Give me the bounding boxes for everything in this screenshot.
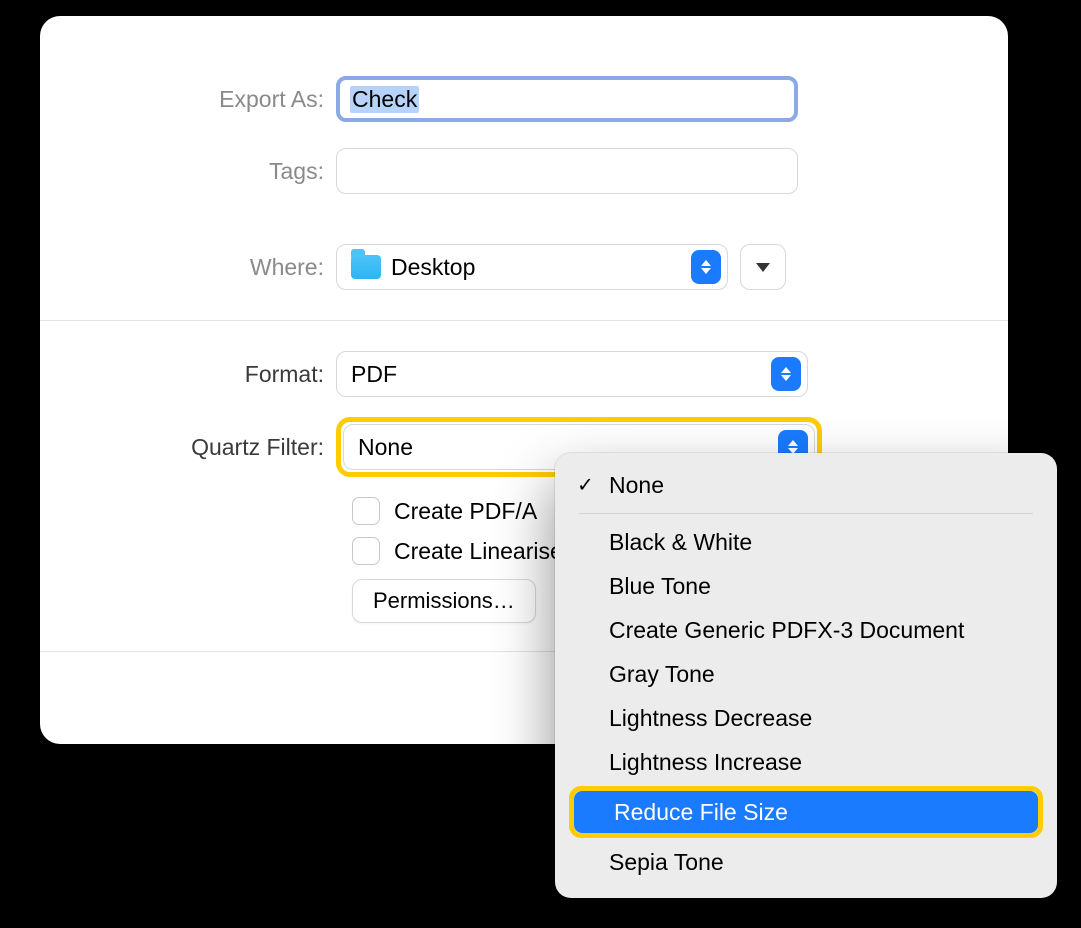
export-as-label: Export As: [40, 86, 336, 113]
menu-item-label: Reduce File Size [614, 799, 788, 826]
menu-item-highlight: Reduce File Size [569, 786, 1043, 838]
menu-item-label: None [609, 472, 664, 499]
menu-item-label: Lightness Decrease [609, 705, 812, 732]
menu-item-label: Black & White [609, 529, 752, 556]
menu-item-reduce-file-size[interactable]: Reduce File Size [574, 791, 1038, 833]
menu-item-none[interactable]: ✓ None [565, 463, 1047, 507]
export-as-value: Check [350, 86, 419, 113]
permissions-button[interactable]: Permissions… [352, 579, 536, 623]
export-as-input[interactable]: Check [336, 76, 798, 122]
menu-item-label: Gray Tone [609, 661, 715, 688]
menu-item-label: Lightness Increase [609, 749, 802, 776]
where-value: Desktop [391, 254, 475, 281]
where-label: Where: [40, 254, 336, 281]
format-select[interactable]: PDF [336, 351, 808, 397]
menu-item[interactable]: Create Generic PDFX-3 Document [565, 608, 1047, 652]
menu-item[interactable]: Blue Tone [565, 564, 1047, 608]
menu-item[interactable]: Black & White [565, 520, 1047, 564]
quartz-filter-menu: ✓ None Black & White Blue Tone Create Ge… [555, 453, 1057, 898]
menu-item[interactable]: Lightness Increase [565, 740, 1047, 784]
format-label: Format: [40, 361, 336, 388]
updown-icon [771, 357, 801, 391]
quartz-filter-label: Quartz Filter: [40, 434, 336, 461]
where-select[interactable]: Desktop [336, 244, 728, 290]
create-linearised-checkbox[interactable] [352, 537, 380, 565]
chevron-down-icon [756, 263, 770, 272]
menu-separator [579, 513, 1033, 514]
check-icon: ✓ [577, 473, 594, 498]
menu-item[interactable]: Gray Tone [565, 652, 1047, 696]
folder-icon [351, 255, 381, 279]
quartz-filter-value: None [358, 434, 413, 461]
create-pdfa-checkbox[interactable] [352, 497, 380, 525]
updown-icon [691, 250, 721, 284]
create-linearised-label: Create Linearise [394, 538, 563, 565]
menu-item-label: Blue Tone [609, 573, 711, 600]
tags-input[interactable] [336, 148, 798, 194]
menu-item[interactable]: Sepia Tone [565, 840, 1047, 884]
expand-location-button[interactable] [740, 244, 786, 290]
create-pdfa-label: Create PDF/A [394, 498, 537, 525]
format-value: PDF [351, 361, 397, 388]
permissions-label: Permissions… [373, 588, 515, 614]
menu-item-label: Create Generic PDFX-3 Document [609, 617, 964, 644]
divider [40, 320, 1008, 321]
menu-item[interactable]: Lightness Decrease [565, 696, 1047, 740]
menu-item-label: Sepia Tone [609, 849, 724, 876]
tags-label: Tags: [40, 158, 336, 185]
